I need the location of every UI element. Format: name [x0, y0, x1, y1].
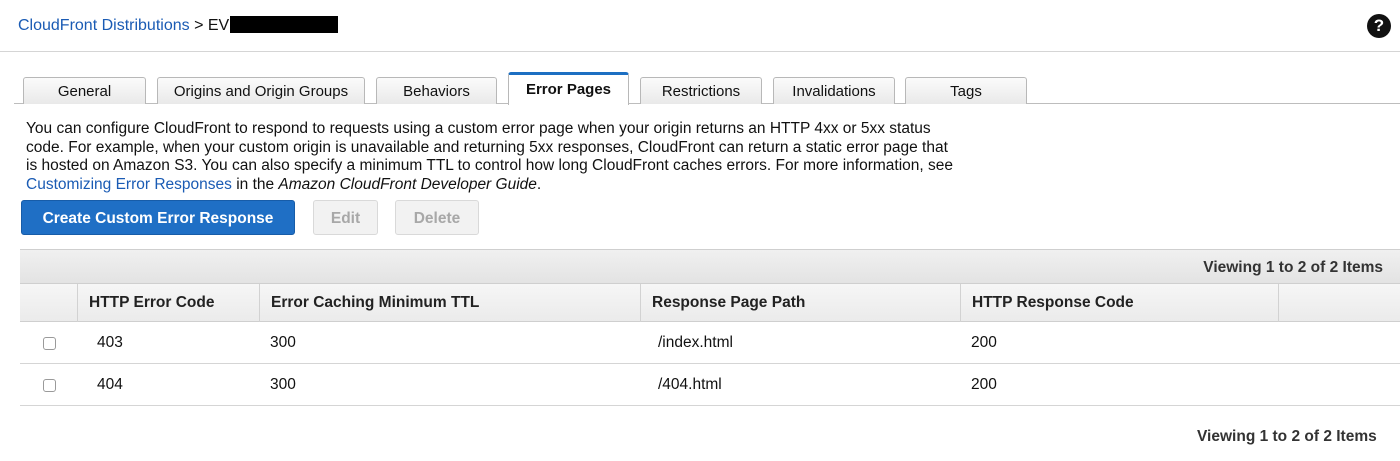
cell-error-code: 404	[97, 376, 123, 393]
cell-response-code: 200	[971, 334, 997, 351]
header-http-response-code[interactable]: HTTP Response Code	[960, 284, 1278, 322]
description-text-end: .	[536, 175, 542, 193]
breadcrumb-current: EV	[207, 17, 230, 34]
description-text-middle: in the	[231, 175, 279, 193]
error-pages-description: You can configure CloudFront to respond …	[26, 120, 956, 194]
error-responses-table: Viewing 1 to 2 of 2 Items HTTP Error Cod…	[20, 249, 1400, 406]
customizing-error-responses-link[interactable]: Customizing Error Responses	[26, 176, 232, 193]
help-icon[interactable]: ?	[1367, 14, 1391, 38]
edit-button[interactable]: Edit	[313, 200, 378, 235]
cell-ttl: 300	[270, 376, 296, 393]
cell-response-path: /index.html	[658, 334, 733, 351]
header-select-column	[20, 284, 77, 322]
row-checkbox[interactable]	[43, 337, 56, 350]
row-checkbox[interactable]	[43, 379, 56, 392]
tab-general[interactable]: General	[23, 77, 146, 104]
cell-error-code: 403	[97, 334, 123, 351]
developer-guide-title: Amazon CloudFront Developer Guide	[278, 175, 537, 193]
tab-behaviors[interactable]: Behaviors	[376, 77, 497, 104]
tab-tags[interactable]: Tags	[905, 77, 1027, 104]
header-error-caching-min-ttl[interactable]: Error Caching Minimum TTL	[259, 284, 640, 322]
tab-error-pages[interactable]: Error Pages	[508, 72, 629, 105]
redaction-bar	[230, 16, 339, 33]
pagination-summary-top: Viewing 1 to 2 of 2 Items	[1203, 259, 1383, 276]
table-row[interactable]: 403 300 /index.html 200	[20, 322, 1400, 364]
pagination-summary-bottom: Viewing 1 to 2 of 2 Items	[1197, 428, 1377, 445]
table-row[interactable]: 404 300 /404.html 200	[20, 364, 1400, 406]
header-response-page-path[interactable]: Response Page Path	[640, 284, 960, 322]
table-header: HTTP Error Code Error Caching Minimum TT…	[20, 284, 1400, 322]
description-text: You can configure CloudFront to respond …	[26, 120, 954, 174]
breadcrumb-link-distributions[interactable]: CloudFront Distributions	[18, 17, 190, 34]
page-header: CloudFront Distributions > EV ?	[0, 0, 1400, 52]
header-spacer	[1278, 284, 1400, 322]
breadcrumb: CloudFront Distributions > EV	[18, 16, 339, 35]
create-custom-error-response-button[interactable]: Create Custom Error Response	[21, 200, 295, 235]
header-http-error-code[interactable]: HTTP Error Code	[77, 284, 259, 322]
tab-origins[interactable]: Origins and Origin Groups	[157, 77, 365, 104]
table-toolbar: Viewing 1 to 2 of 2 Items	[20, 249, 1400, 284]
cell-response-path: /404.html	[658, 376, 722, 393]
cell-response-code: 200	[971, 376, 997, 393]
tab-invalidations[interactable]: Invalidations	[773, 77, 895, 104]
delete-button[interactable]: Delete	[395, 200, 479, 235]
cell-ttl: 300	[270, 334, 296, 351]
tab-restrictions[interactable]: Restrictions	[640, 77, 762, 104]
breadcrumb-separator: >	[194, 17, 204, 34]
